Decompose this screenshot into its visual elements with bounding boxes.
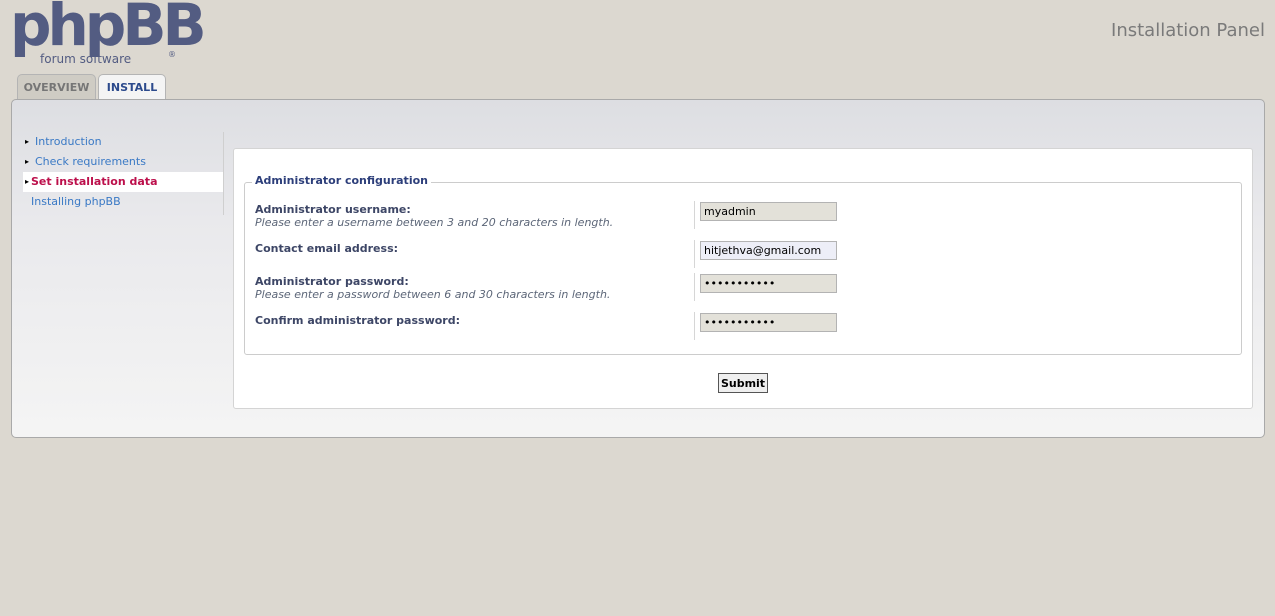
logo-tagline: forum software xyxy=(40,52,132,66)
admin-username-hint: Please enter a username between 3 and 20… xyxy=(255,216,614,229)
admin-username-label: Administrator username: xyxy=(255,203,411,216)
admin-password-input[interactable] xyxy=(700,274,837,293)
column-divider xyxy=(694,273,695,301)
contact-email-input[interactable] xyxy=(700,241,837,260)
content-panel: Administrator configuration Administrato… xyxy=(233,148,1253,409)
sidebar-item-set-installation-data[interactable]: ▸ Set installation data xyxy=(23,172,223,192)
sidebar-item-label: Check requirements xyxy=(35,155,146,168)
bullet-icon: ▸ xyxy=(25,157,30,166)
admin-password-label: Administrator password: xyxy=(255,275,409,288)
sidebar-menu: ▸ Introduction ▸ Check requirements ▸ Se… xyxy=(23,132,224,215)
contact-email-label: Contact email address: xyxy=(255,242,399,255)
column-divider xyxy=(694,240,695,268)
sidebar-item-label: Set installation data xyxy=(31,175,158,188)
column-divider xyxy=(694,312,695,340)
fieldset-legend: Administrator configuration xyxy=(252,174,431,187)
sidebar-item-label: Installing phpBB xyxy=(31,195,121,208)
bullet-icon: ▸ xyxy=(25,137,30,146)
confirm-password-input[interactable] xyxy=(700,313,837,332)
admin-username-input[interactable] xyxy=(700,202,837,221)
admin-password-hint: Please enter a password between 6 and 30… xyxy=(255,288,611,301)
tab-install[interactable]: INSTALL xyxy=(98,74,166,101)
administrator-configuration-fieldset: Administrator configuration Administrato… xyxy=(244,174,1242,355)
logo-registered-mark: ® xyxy=(168,50,176,59)
main-panel: ▸ Introduction ▸ Check requirements ▸ Se… xyxy=(11,99,1265,438)
sidebar-item-installing-phpbb[interactable]: Installing phpBB xyxy=(23,192,223,212)
sidebar-item-check-requirements[interactable]: ▸ Check requirements xyxy=(23,152,223,172)
tab-overview[interactable]: OVERVIEW xyxy=(17,74,96,100)
sidebar-item-label: Introduction xyxy=(35,135,102,148)
submit-button[interactable]: Submit xyxy=(718,373,768,393)
confirm-password-label: Confirm administrator password: xyxy=(255,314,460,327)
column-divider xyxy=(694,201,695,229)
phpbb-logo: phpBB forum software ® xyxy=(10,0,207,68)
panel-title: Installation Panel xyxy=(1111,20,1265,41)
sidebar-item-introduction[interactable]: ▸ Introduction xyxy=(23,132,223,152)
logo-wordmark: phpBB xyxy=(10,0,207,59)
